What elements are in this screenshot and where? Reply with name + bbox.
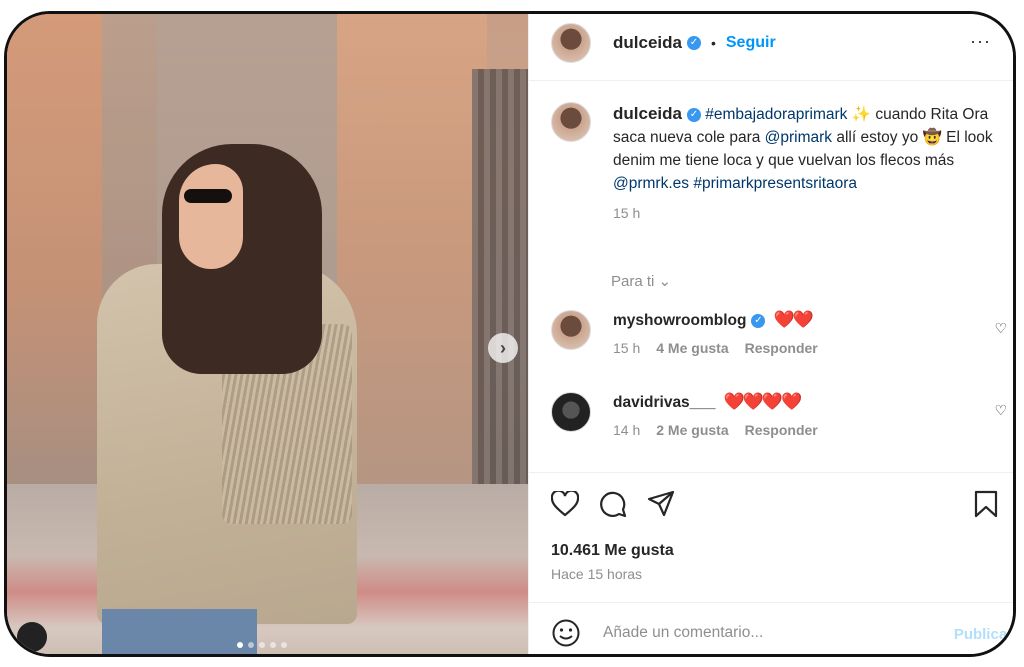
carousel-dot: [248, 642, 254, 648]
chevron-right-icon: ›: [500, 337, 506, 358]
reply-button[interactable]: Responder: [745, 340, 818, 356]
comment-time[interactable]: 14 h: [613, 422, 640, 438]
carousel-dot: [281, 642, 287, 648]
bookmark-icon[interactable]: [973, 490, 1005, 522]
instagram-post-window: › dulceida ✓ • Seguir ··· dulceida ✓ #emb…: [4, 11, 1016, 657]
comment-likes[interactable]: 4 Me gusta: [656, 340, 728, 356]
carousel-dot: [237, 642, 243, 648]
sparkle-emoji: ✨: [851, 106, 872, 123]
heart-icon[interactable]: ♡: [994, 320, 1007, 337]
share-icon[interactable]: [645, 488, 677, 520]
publish-button[interactable]: Publicar: [954, 626, 1013, 643]
like-count[interactable]: 10.461 Me gusta: [551, 542, 674, 560]
background-wall-right: [337, 14, 487, 494]
post-image[interactable]: ›: [7, 14, 528, 654]
hashtag-link[interactable]: #primarkpresentsritaora: [693, 175, 857, 192]
verified-icon: ✓: [686, 36, 701, 50]
comment-composer: Publicar: [551, 618, 1013, 648]
mention-link[interactable]: @primark: [765, 129, 832, 146]
separator-dot: •: [710, 35, 716, 51]
sunglasses: [184, 189, 232, 203]
carousel-dot: [270, 642, 276, 648]
comment: myshowroomblog ✓ ❤️❤️ 15 h 4 Me gusta Resp…: [551, 310, 1013, 356]
comment-text: ❤️❤️❤️❤️: [723, 392, 803, 411]
comment-input[interactable]: [601, 623, 935, 643]
person-face: [179, 164, 243, 269]
comment-meta: 15 h 4 Me gusta Responder: [613, 340, 818, 356]
post-actions: [549, 488, 677, 520]
avatar[interactable]: [551, 310, 591, 350]
caption-text: dulceida ✓ #embajadoraprimark ✨ cuando Ri…: [613, 102, 993, 195]
mention-link[interactable]: @prmrk.es: [613, 175, 689, 192]
avatar[interactable]: [551, 23, 591, 63]
avatar[interactable]: [551, 102, 591, 142]
reply-button[interactable]: Responder: [745, 422, 818, 438]
caption-username[interactable]: dulceida: [613, 104, 682, 123]
carousel-next-button[interactable]: ›: [488, 333, 518, 363]
background-door: [472, 69, 528, 519]
verified-icon: ✓: [751, 313, 766, 328]
post-timestamp: Hace 15 horas: [551, 566, 643, 582]
carousel-dots: [237, 642, 287, 648]
post-header: dulceida ✓ • Seguir: [551, 21, 776, 65]
post-username[interactable]: dulceida: [613, 33, 682, 53]
follow-button[interactable]: Seguir: [726, 34, 776, 52]
avatar[interactable]: [551, 392, 591, 432]
emoji-icon[interactable]: [551, 618, 581, 648]
comment-username[interactable]: davidrivas___: [613, 394, 716, 411]
caption-text-part: allí estoy yo: [832, 129, 923, 146]
carousel-dot: [259, 642, 265, 648]
comment-username[interactable]: myshowroomblog: [613, 312, 746, 329]
comment: davidrivas___ ❤️❤️❤️❤️ 14 h 2 Me gusta Re…: [551, 392, 1013, 438]
caption-time[interactable]: 15 h: [613, 205, 993, 221]
post-side-panel: dulceida ✓ • Seguir ··· dulceida ✓ #embaj…: [528, 14, 1013, 654]
tag-icon[interactable]: [17, 622, 47, 652]
comment-text: ❤️❤️: [773, 310, 813, 329]
like-heart-icon[interactable]: [549, 488, 581, 520]
comment-time[interactable]: 15 h: [613, 340, 640, 356]
divider: [529, 602, 1013, 603]
heart-icon[interactable]: ♡: [994, 402, 1007, 419]
comment-meta: 14 h 2 Me gusta Responder: [613, 422, 818, 438]
caption: dulceida ✓ #embajadoraprimark ✨ cuando Ri…: [551, 102, 993, 221]
more-options-icon[interactable]: ···: [970, 31, 991, 52]
verified-icon: ✓: [686, 107, 701, 122]
divider: [529, 472, 1013, 473]
divider: [529, 80, 1013, 81]
person-jeans: [102, 609, 257, 654]
comment-likes[interactable]: 2 Me gusta: [656, 422, 728, 438]
comment-icon[interactable]: [597, 488, 629, 520]
hashtag-link[interactable]: #embajadoraprimark: [705, 106, 847, 123]
comment-filter-dropdown[interactable]: Para ti ⌄: [611, 272, 671, 290]
cowboy-emoji: 🤠: [922, 129, 942, 146]
